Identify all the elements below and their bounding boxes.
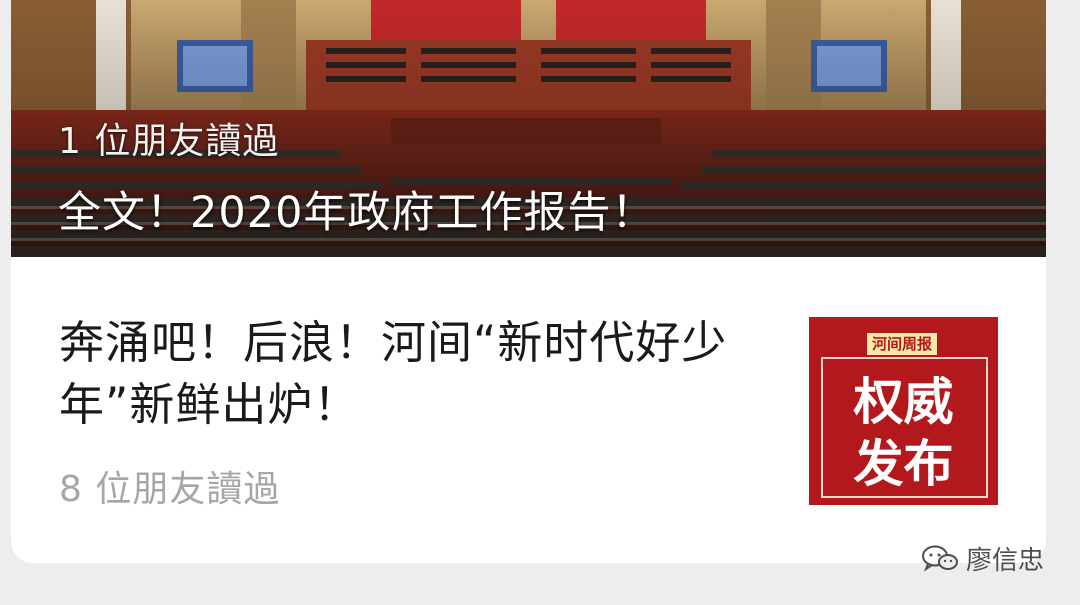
thumbnail-text-line2: 发布 bbox=[853, 435, 954, 493]
watermark-account-name: 廖信忠 bbox=[966, 545, 1045, 576]
featured-read-count: 1 位朋友讀過 bbox=[58, 121, 280, 162]
thumbnail-text-line1: 权威 bbox=[853, 373, 954, 431]
featured-article[interactable]: 1 位朋友讀過 全文！2020年政府工作报告！ bbox=[11, 0, 1046, 257]
thumbnail-tag: 河间周报 bbox=[867, 333, 937, 355]
article-title[interactable]: 奔涌吧！后浪！河间“新时代好少年”新鲜出炉！ bbox=[59, 312, 779, 436]
featured-article-title[interactable]: 全文！2020年政府工作报告！ bbox=[58, 178, 655, 240]
wechat-icon bbox=[922, 545, 958, 572]
account-watermark: 廖信忠 bbox=[920, 540, 1044, 576]
article-feed-card: 1 位朋友讀過 全文！2020年政府工作报告！ 奔涌吧！后浪！河间“新时代好少年… bbox=[11, 0, 1046, 563]
article-thumbnail[interactable]: 河间周报 权威 发布 bbox=[809, 317, 998, 505]
article-read-count: 8 位朋友讀過 bbox=[59, 469, 281, 510]
